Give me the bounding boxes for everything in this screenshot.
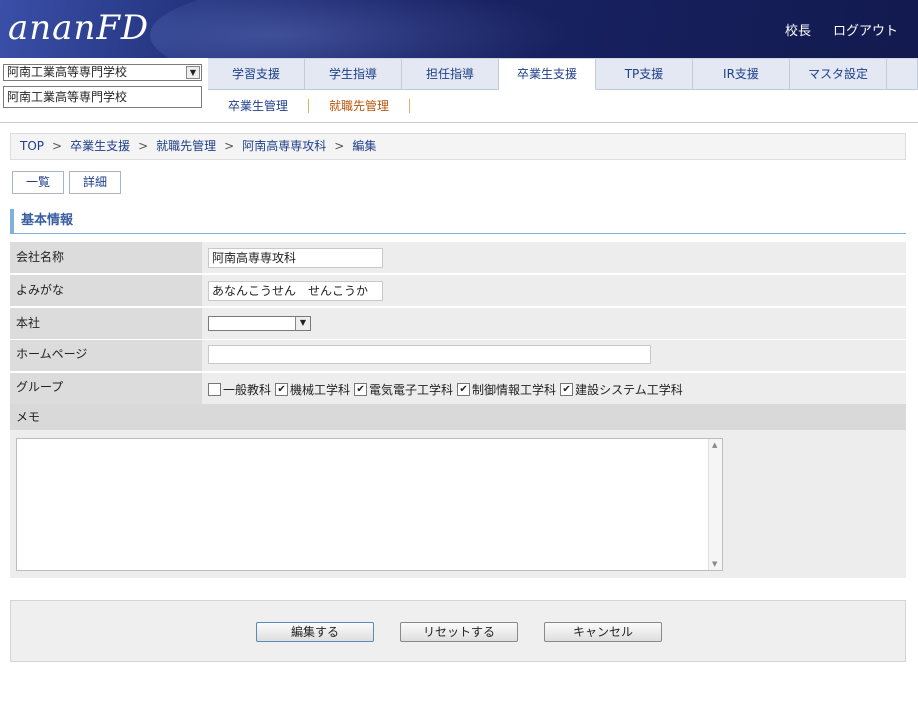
school-select[interactable]: 阿南工業高等専門学校 ▼: [3, 64, 202, 81]
sub-nav: 卒業生管理 就職先管理: [208, 90, 411, 122]
headquarters-select[interactable]: ▼: [208, 316, 311, 331]
group-option-label: 電気電子工学科: [369, 383, 454, 397]
logout-link[interactable]: ログアウト: [833, 20, 898, 39]
headquarters-label: 本社: [10, 308, 202, 339]
reading-input[interactable]: あなんこうせん せんこうか: [208, 281, 383, 301]
reset-button[interactable]: リセットする: [400, 622, 518, 642]
group-option-civil[interactable]: ✔ 建設システム工学科: [560, 381, 683, 398]
memo-row: ▲ ▼: [10, 430, 906, 578]
breadcrumb-separator-icon: >: [52, 139, 63, 153]
group-option-label: 機械工学科: [290, 383, 351, 397]
breadcrumb-current: 編集: [352, 139, 377, 153]
scroll-down-icon[interactable]: ▼: [712, 560, 717, 568]
homepage-input[interactable]: [208, 345, 651, 364]
breadcrumb-top[interactable]: TOP: [20, 139, 44, 153]
group-option-general[interactable]: 一般教科: [208, 381, 271, 398]
tab-ir-support[interactable]: IR支援: [693, 59, 790, 90]
breadcrumb-company[interactable]: 阿南高専専攻科: [242, 139, 326, 153]
edit-button[interactable]: 編集する: [256, 622, 374, 642]
tab-learning-support[interactable]: 学習支援: [208, 59, 305, 90]
chevron-down-icon[interactable]: ▼: [295, 317, 310, 330]
reading-label: よみがな: [10, 275, 202, 306]
breadcrumb-separator-icon: >: [334, 139, 345, 153]
nav-divider: [0, 122, 918, 123]
list-button[interactable]: 一覧: [12, 171, 64, 194]
school-name-display: 阿南工業高等専門学校: [3, 86, 202, 108]
breadcrumb-alumni-support[interactable]: 卒業生支援: [70, 139, 130, 153]
form-row-company-name: 会社名称 阿南高専専攻科: [10, 242, 906, 273]
main-nav-tabs: 学習支援 学生指導 担任指導 卒業生支援 TP支援 IR支援 マスタ設定: [208, 58, 918, 90]
subnav-alumni-management[interactable]: 卒業生管理: [208, 99, 310, 113]
form-row-homepage: ホームページ: [10, 340, 906, 371]
breadcrumb-separator-icon: >: [224, 139, 235, 153]
breadcrumb: TOP > 卒業生支援 > 就職先管理 > 阿南高専専攻科 > 編集: [10, 133, 906, 160]
subnav-employer-management[interactable]: 就職先管理: [309, 99, 411, 113]
tab-student-guidance[interactable]: 学生指導: [305, 59, 402, 90]
app-logo: ananFD: [8, 8, 150, 48]
breadcrumb-separator-icon: >: [138, 139, 149, 153]
tab-tp-support[interactable]: TP支援: [596, 59, 693, 90]
breadcrumb-employer-management[interactable]: 就職先管理: [156, 139, 216, 153]
detail-button[interactable]: 詳細: [69, 171, 121, 194]
group-option-control-info[interactable]: ✔ 制御情報工学科: [457, 381, 556, 398]
form-row-group: グループ 一般教科 ✔ 機械工学科 ✔ 電気電子工学科 ✔ 制御情報工学科 ✔ 建設シス…: [10, 373, 906, 404]
cancel-button[interactable]: キャンセル: [544, 622, 662, 642]
app-header: ananFD 校長 ログアウト: [0, 0, 918, 58]
user-role-link[interactable]: 校長: [785, 20, 811, 39]
scroll-up-icon[interactable]: ▲: [712, 441, 717, 449]
form-row-headquarters: 本社 ▼: [10, 308, 906, 339]
checkbox-checked[interactable]: ✔: [275, 383, 289, 396]
action-panel: 編集する リセットする キャンセル: [10, 600, 906, 662]
checkbox-checked[interactable]: ✔: [560, 383, 574, 396]
group-option-label: 建設システム工学科: [575, 383, 683, 397]
checkbox-unchecked[interactable]: [208, 383, 221, 396]
memo-label: メモ: [10, 404, 906, 430]
section-title: 基本情報: [10, 209, 906, 234]
company-name-label: 会社名称: [10, 242, 202, 273]
tab-filler: [887, 59, 918, 90]
group-option-label: 制御情報工学科: [472, 383, 557, 397]
chevron-down-icon[interactable]: ▼: [186, 66, 200, 79]
homepage-label: ホームページ: [10, 340, 202, 371]
header-links: 校長 ログアウト: [785, 20, 898, 39]
group-option-electrical[interactable]: ✔ 電気電子工学科: [354, 381, 453, 398]
tab-alumni-support[interactable]: 卒業生支援: [499, 59, 596, 90]
checkbox-checked[interactable]: ✔: [354, 383, 368, 396]
school-select-value: 阿南工業高等専門学校: [7, 65, 128, 79]
tab-master-settings[interactable]: マスタ設定: [790, 59, 887, 90]
memo-textarea[interactable]: ▲ ▼: [16, 438, 723, 571]
checkbox-checked[interactable]: ✔: [457, 383, 471, 396]
header-decoration: [150, 0, 570, 58]
group-checkboxes: 一般教科 ✔ 機械工学科 ✔ 電気電子工学科 ✔ 制御情報工学科 ✔ 建設システム工学科: [208, 381, 687, 398]
group-option-mechanical[interactable]: ✔ 機械工学科: [275, 381, 350, 398]
group-option-label: 一般教科: [223, 383, 272, 397]
company-name-input[interactable]: 阿南高専専攻科: [208, 248, 383, 268]
group-label: グループ: [10, 373, 202, 404]
tab-homeroom-guidance[interactable]: 担任指導: [402, 59, 499, 90]
memo-scrollbar[interactable]: ▲ ▼: [708, 439, 722, 570]
form-row-reading: よみがな あなんこうせん せんこうか: [10, 275, 906, 306]
